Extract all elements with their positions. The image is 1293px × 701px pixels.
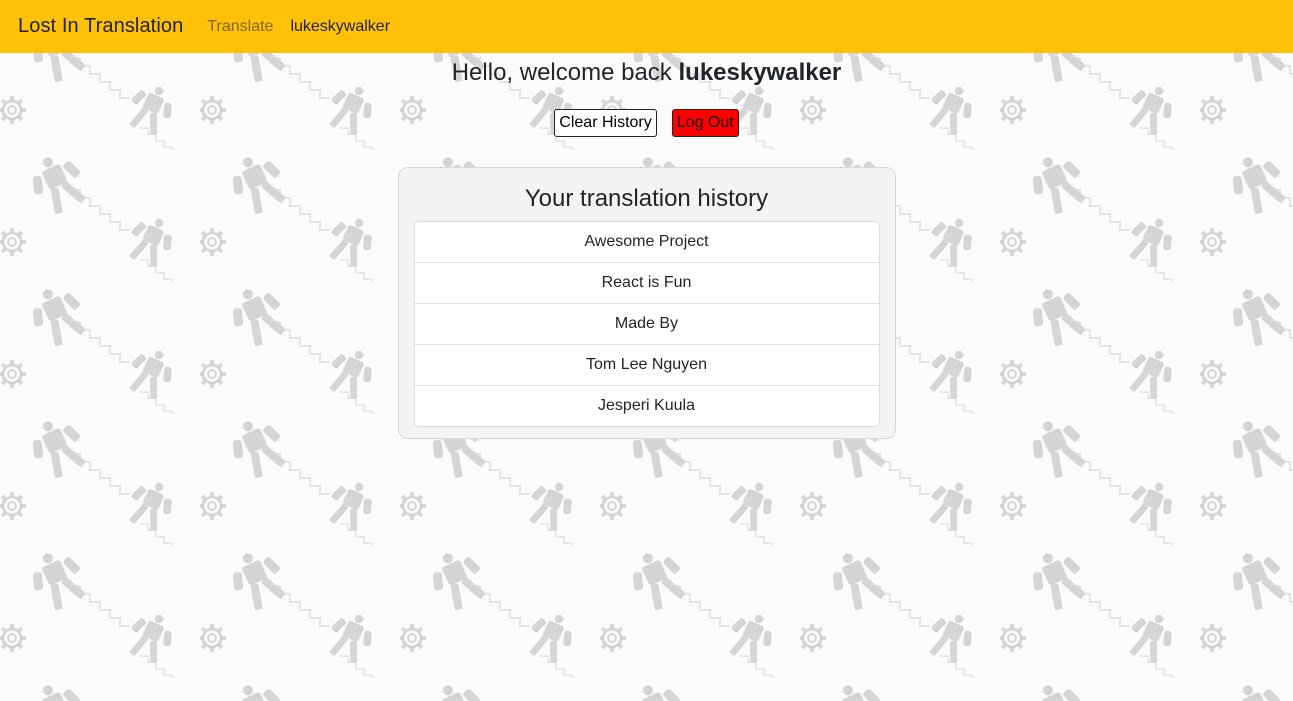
navbar: Lost In Translation Translate lukeskywal… <box>0 0 1293 53</box>
history-list: Awesome Project React is Fun Made By Tom… <box>413 221 880 427</box>
action-buttons: Clear History Log Out <box>0 109 1293 137</box>
welcome-heading: Hello, welcome back lukeskywalker <box>0 57 1293 89</box>
main-content: Hello, welcome back lukeskywalker Clear … <box>0 53 1293 439</box>
brand-link[interactable]: Lost In Translation <box>18 15 183 38</box>
history-item: Made By <box>414 304 879 345</box>
history-item: Jesperi Kuula <box>598 397 695 414</box>
welcome-username: lukeskywalker <box>678 59 842 86</box>
clear-history-button[interactable]: Clear History <box>554 109 657 137</box>
welcome-prefix: Hello, welcome back <box>451 59 672 86</box>
logout-button[interactable]: Log Out <box>671 109 739 137</box>
nav-link-translate[interactable]: Translate <box>207 18 273 36</box>
history-title: Your translation history <box>524 185 769 212</box>
history-card: Your translation history Awesome Project… <box>397 167 896 439</box>
history-item: React is Fun <box>414 263 879 304</box>
history-item: Awesome Project <box>414 222 879 263</box>
history-item: Tom Lee Nguyen <box>414 345 879 386</box>
nav-link-profile[interactable]: lukeskywalker <box>290 18 390 36</box>
